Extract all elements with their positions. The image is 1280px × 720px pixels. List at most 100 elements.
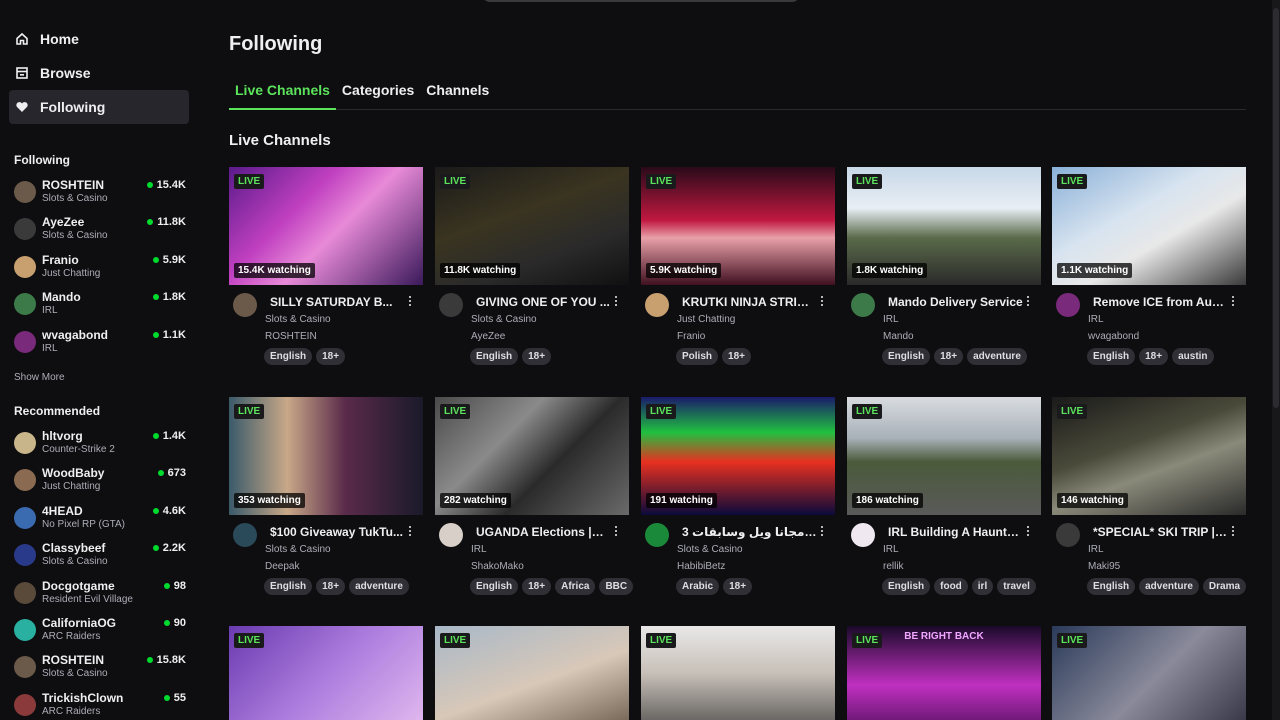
stream-category[interactable]: Slots & Casino — [677, 544, 743, 555]
tab-live-channels[interactable]: Live Channels — [229, 80, 336, 110]
show-more-link[interactable]: Show More — [14, 372, 65, 383]
channel-name[interactable]: ROSHTEIN — [265, 331, 317, 342]
channel-avatar[interactable] — [439, 523, 463, 547]
sidebar-channel[interactable]: TrickishClown ARC Raiders 55 — [14, 691, 186, 720]
channel-avatar[interactable] — [1056, 523, 1080, 547]
more-options-icon[interactable] — [817, 524, 827, 538]
stream-tag[interactable]: austin — [1172, 348, 1214, 365]
sidebar-channel[interactable]: AyeZee Slots & Casino 11.8K — [14, 215, 186, 252]
stream-thumbnail[interactable]: LIVE 186 watching — [847, 397, 1041, 515]
channel-avatar[interactable] — [645, 523, 669, 547]
channel-avatar[interactable] — [439, 293, 463, 317]
stream-tag[interactable]: English — [882, 348, 931, 365]
stream-tag[interactable]: Africa — [555, 578, 596, 595]
stream-thumbnail[interactable]: LIVE 146 watching — [1052, 397, 1246, 515]
stream-title[interactable]: SILLY SATURDAY B... — [270, 295, 405, 309]
stream-title[interactable]: $100 Giveaway TukTu... — [270, 525, 405, 539]
stream-tag[interactable]: English — [882, 578, 931, 595]
stream-thumbnail[interactable]: LIVE — [641, 626, 835, 720]
stream-thumbnail[interactable]: LIVE 282 watching — [435, 397, 629, 515]
sidebar-channel[interactable]: Franio Just Chatting 5.9K — [14, 253, 186, 290]
stream-tag[interactable]: travel — [997, 578, 1036, 595]
stream-title[interactable]: Remove ICE from Austin — [1093, 295, 1228, 309]
stream-title[interactable]: UGANDA Elections |m... — [476, 525, 611, 539]
stream-tag[interactable]: English — [264, 578, 313, 595]
stream-thumbnail[interactable]: LIVE 11.8K watching — [435, 167, 629, 285]
more-options-icon[interactable] — [405, 294, 415, 308]
stream-thumbnail[interactable]: LIVE 15.4K watching — [229, 167, 423, 285]
stream-tag[interactable]: Polish — [676, 348, 719, 365]
channel-name[interactable]: wvagabond — [1088, 331, 1139, 342]
nav-home[interactable]: Home — [9, 22, 189, 56]
sidebar-channel[interactable]: 4HEAD No Pixel RP (GTA) 4.6K — [14, 504, 186, 541]
channel-name[interactable]: ShakoMako — [471, 561, 524, 572]
channel-name[interactable]: Deepak — [265, 561, 299, 572]
channel-name[interactable]: rellik — [883, 561, 904, 572]
more-options-icon[interactable] — [611, 524, 621, 538]
sidebar-channel[interactable]: Docgotgame Resident Evil Village 98 — [14, 579, 186, 616]
channel-avatar[interactable] — [1056, 293, 1080, 317]
tab-categories[interactable]: Categories — [336, 80, 420, 110]
channel-avatar[interactable] — [851, 293, 875, 317]
sidebar-channel[interactable]: hltvorg Counter-Strike 2 1.4K — [14, 429, 186, 466]
nav-following[interactable]: Following — [9, 90, 189, 124]
more-options-icon[interactable] — [1023, 524, 1033, 538]
tab-channels[interactable]: Channels — [420, 80, 495, 110]
stream-category[interactable]: IRL — [883, 314, 899, 325]
more-options-icon[interactable] — [1228, 524, 1238, 538]
sidebar-channel[interactable]: CaliforniaOG ARC Raiders 90 — [14, 616, 186, 653]
channel-name[interactable]: Franio — [677, 331, 705, 342]
more-options-icon[interactable] — [405, 524, 415, 538]
stream-tag[interactable]: English — [264, 348, 313, 365]
stream-tag[interactable]: English — [470, 348, 519, 365]
stream-tag[interactable]: adventure — [967, 348, 1027, 365]
stream-category[interactable]: Slots & Casino — [471, 314, 537, 325]
stream-category[interactable]: IRL — [1088, 544, 1104, 555]
nav-browse[interactable]: Browse — [9, 56, 189, 90]
stream-tag[interactable]: 18+ — [522, 578, 552, 595]
stream-title[interactable]: IRL Building A Haunte... — [888, 525, 1023, 539]
sidebar-channel[interactable]: ROSHTEIN Slots & Casino 15.8K — [14, 653, 186, 690]
stream-tag[interactable]: 18+ — [522, 348, 552, 365]
stream-title[interactable]: GIVING ONE OF YOU ... — [476, 295, 611, 309]
stream-thumbnail[interactable]: LIVE 191 watching — [641, 397, 835, 515]
stream-category[interactable]: Slots & Casino — [265, 544, 331, 555]
channel-avatar[interactable] — [233, 523, 257, 547]
stream-tag[interactable]: BBC — [599, 578, 634, 595]
stream-thumbnail[interactable]: LIVE — [229, 626, 423, 720]
stream-title[interactable]: KRUTKI NINJA STRIM ... — [682, 295, 817, 309]
sidebar-channel[interactable]: ROSHTEIN Slots & Casino 15.4K — [14, 178, 186, 215]
stream-category[interactable]: IRL — [1088, 314, 1104, 325]
stream-thumbnail[interactable]: LIVE 1.8K watching — [847, 167, 1041, 285]
more-options-icon[interactable] — [1228, 294, 1238, 308]
stream-thumbnail[interactable]: LIVE — [435, 626, 629, 720]
channel-name[interactable]: Mando — [883, 331, 914, 342]
stream-tag[interactable]: English — [470, 578, 519, 595]
stream-thumbnail[interactable]: LIVE BE RIGHT BACK — [847, 626, 1041, 720]
more-options-icon[interactable] — [611, 294, 621, 308]
stream-tag[interactable]: 18+ — [934, 348, 964, 365]
channel-name[interactable]: HabibiBetz — [677, 561, 725, 572]
sidebar-channel[interactable]: wvagabond IRL 1.1K — [14, 328, 186, 365]
stream-tag[interactable]: 18+ — [316, 348, 346, 365]
stream-category[interactable]: Slots & Casino — [265, 314, 331, 325]
stream-title[interactable]: *SPECIAL* SKI TRIP | ... — [1093, 525, 1228, 539]
sidebar-channel[interactable]: WoodBaby Just Chatting 673 — [14, 466, 186, 503]
stream-category[interactable]: IRL — [883, 544, 899, 555]
stream-tag[interactable]: adventure — [349, 578, 409, 595]
channel-avatar[interactable] — [233, 293, 257, 317]
search-input[interactable] — [482, 0, 800, 2]
stream-tag[interactable]: irl — [971, 578, 994, 595]
channel-avatar[interactable] — [645, 293, 669, 317]
channel-name[interactable]: Maki95 — [1088, 561, 1120, 572]
stream-category[interactable]: Just Chatting — [677, 314, 735, 325]
stream-thumbnail[interactable]: LIVE 1.1K watching — [1052, 167, 1246, 285]
more-options-icon[interactable] — [1023, 294, 1033, 308]
stream-thumbnail[interactable]: LIVE — [1052, 626, 1246, 720]
stream-tag[interactable]: English — [1087, 348, 1136, 365]
stream-title[interactable]: Mando Delivery Service — [888, 295, 1023, 309]
stream-tag[interactable]: 18+ — [1139, 348, 1169, 365]
stream-tag[interactable]: Drama — [1202, 578, 1247, 595]
more-options-icon[interactable] — [817, 294, 827, 308]
sidebar-channel[interactable]: Classybeef Slots & Casino 2.2K — [14, 541, 186, 578]
